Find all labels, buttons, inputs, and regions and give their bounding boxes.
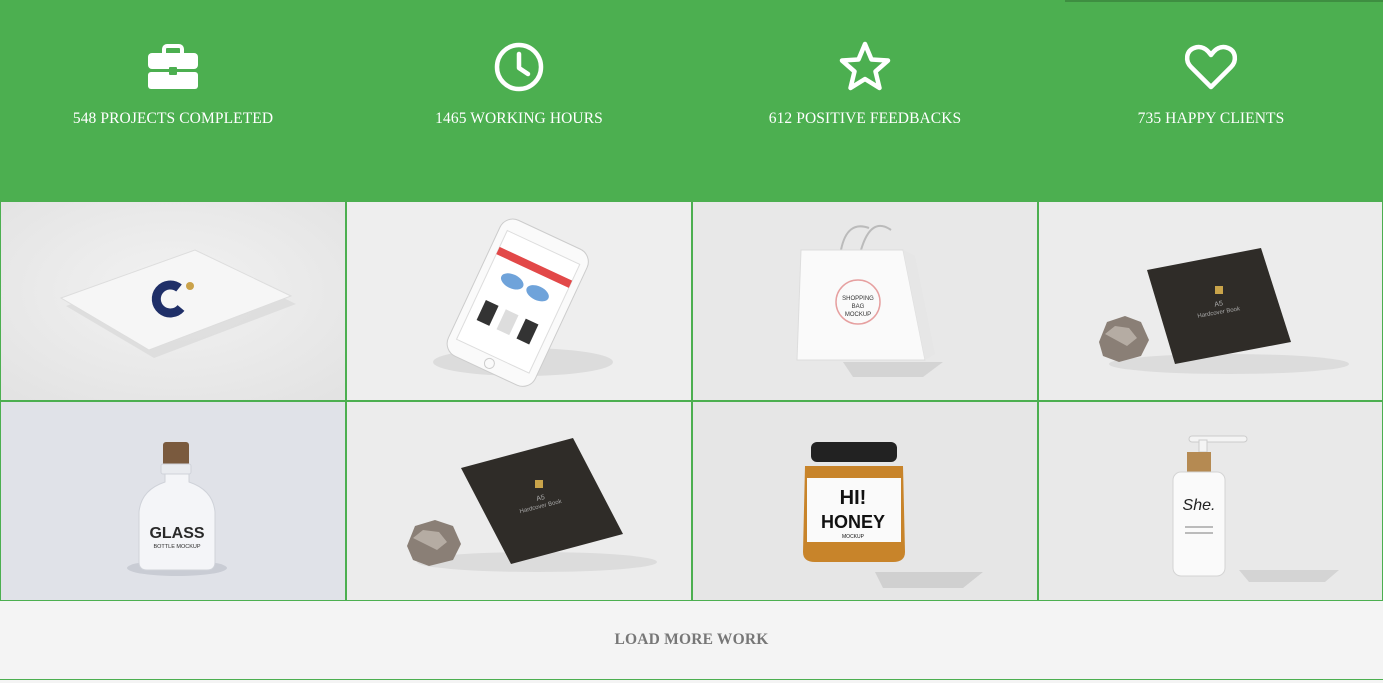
- star-icon: [692, 40, 1038, 94]
- stat-clients: 735 HAPPY CLIENTS: [1038, 40, 1383, 128]
- stat-label: 735 HAPPY CLIENTS: [1137, 110, 1285, 127]
- portfolio-item-book[interactable]: A5 Hardcover Book: [1039, 202, 1382, 400]
- briefcase-icon: [0, 40, 346, 94]
- svg-text:HI!: HI!: [840, 487, 867, 509]
- stat-hours: 1465 WORKING HOURS: [346, 40, 692, 128]
- portfolio-grid: C SHOPPING BAG MOCKUP A5 Hardcover Book …: [0, 201, 1383, 601]
- portfolio-item-glass-bottle[interactable]: GLASS BOTTLE MOCKUP: [1, 402, 345, 600]
- book-image-2: A5 Hardcover Book: [347, 402, 691, 600]
- portfolio-item-business-card[interactable]: C: [1, 202, 345, 400]
- svg-text:BAG: BAG: [852, 304, 865, 310]
- shopping-bag-image: SHOPPING BAG MOCKUP: [693, 202, 1037, 400]
- svg-text:MOCKUP: MOCKUP: [845, 312, 871, 318]
- bottle-brand: She.: [1183, 497, 1216, 514]
- stat-projects: 548 PROJECTS COMPLETED: [0, 40, 346, 128]
- heart-icon: [1038, 40, 1383, 94]
- svg-text:A5: A5: [1214, 300, 1224, 308]
- load-more-section: LOAD MORE WORK: [0, 601, 1383, 680]
- clock-icon: [346, 40, 692, 94]
- stat-label: 548 PROJECTS COMPLETED: [72, 110, 274, 127]
- phone-image: [347, 202, 691, 400]
- stat-feedbacks: 612 POSITIVE FEEDBACKS: [692, 40, 1038, 128]
- bottle-subtitle: BOTTLE MOCKUP: [153, 544, 200, 550]
- book-image: A5 Hardcover Book: [1039, 202, 1382, 400]
- portfolio-item-shopping-bag[interactable]: SHOPPING BAG MOCKUP: [693, 202, 1037, 400]
- load-more-button[interactable]: LOAD MORE WORK: [614, 631, 768, 649]
- glass-bottle-image: GLASS BOTTLE MOCKUP: [1, 402, 345, 600]
- svg-text:SHOPPING: SHOPPING: [842, 296, 874, 302]
- portfolio-item-honey-jar[interactable]: HI! HONEY MOCKUP: [693, 402, 1037, 600]
- honey-jar-image: HI! HONEY MOCKUP: [693, 402, 1037, 600]
- bottle-title: GLASS: [149, 525, 204, 542]
- pump-bottle-image: She.: [1039, 402, 1382, 600]
- jar-subtitle: MOCKUP: [842, 534, 865, 540]
- portfolio-item-pump-bottle[interactable]: She.: [1039, 402, 1382, 600]
- stat-label: 1465 WORKING HOURS: [435, 110, 603, 127]
- portfolio-item-phone[interactable]: [347, 202, 691, 400]
- svg-text:HONEY: HONEY: [821, 512, 885, 532]
- business-card-image: C: [1, 202, 345, 400]
- header-image-edge: [1065, 0, 1383, 2]
- stat-label: 612 POSITIVE FEEDBACKS: [768, 110, 962, 127]
- portfolio-item-book-2[interactable]: A5 Hardcover Book: [347, 402, 691, 600]
- stats-section: 548 PROJECTS COMPLETED 1465 WORKING HOUR…: [0, 0, 1383, 201]
